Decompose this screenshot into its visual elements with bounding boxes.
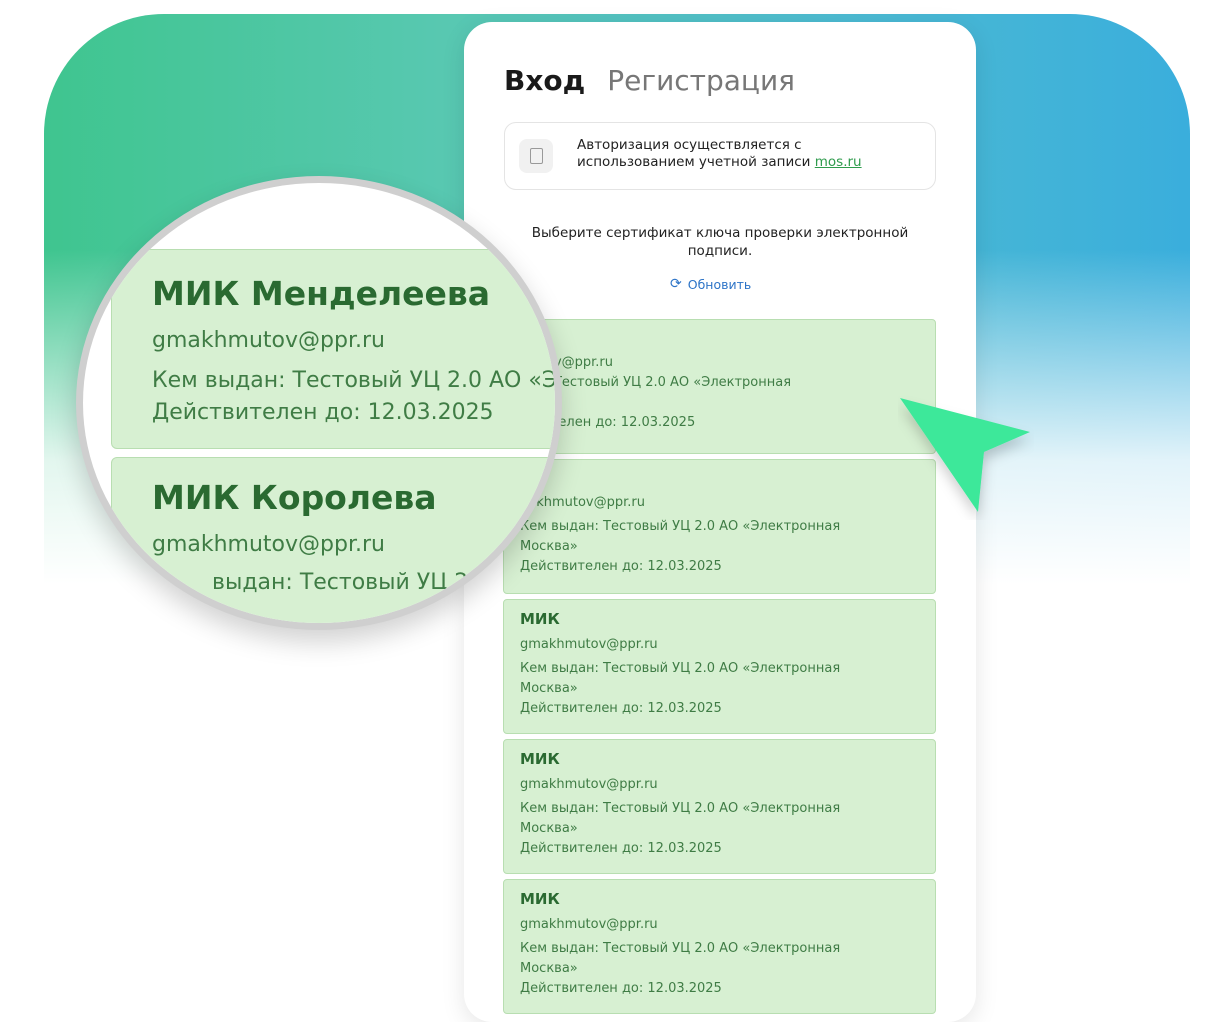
magnified-email: gmakhmutov@ppr.ru <box>152 532 385 557</box>
certificate-issuer: Кем выдан: Тестовый УЦ 2.0 АО «Электронн… <box>520 519 841 534</box>
mos-ru-link[interactable]: mos.ru <box>815 154 862 170</box>
magnified-issuer: Кем выдан: Тестовый УЦ 2.0 АО «Эле <box>152 368 562 393</box>
certificate-valid: ствителен до: 12.03.2025 <box>520 415 696 430</box>
tab-register[interactable]: Регистрация <box>607 64 795 97</box>
auth-notice-text: Авторизация осуществляется с использован… <box>577 137 917 171</box>
certificate-email: gmakhmutov@ppr.ru <box>520 917 658 932</box>
certificate-issuer-cont: Москва» <box>520 538 920 555</box>
auth-notice-message: Авторизация осуществляется с использован… <box>577 137 811 170</box>
phone-icon <box>519 139 553 173</box>
refresh-label: Обновить <box>687 276 752 292</box>
certificate-valid: Действителен до: 12.03.2025 <box>520 701 722 716</box>
magnifier-lens: МИК Менделеева gmakhmutov@ppr.ru Кем выд… <box>76 176 562 630</box>
certificate-issuer-cont: Москва» <box>520 821 578 836</box>
magnified-certificate: МИК Королева gmakhmutov@ppr.ru выдан: Те… <box>111 457 555 623</box>
certificate-title: МИК <box>520 890 560 908</box>
choose-certificate-text: Выберите сертификат ключа проверки элект… <box>531 225 909 259</box>
certificate-title: МИК <box>520 750 560 768</box>
certificate-item[interactable]: nakhmutov@ppr.ru Кем выдан: Тестовый УЦ … <box>503 459 936 594</box>
certificate-issuer: Кем выдан: Тестовый УЦ 2.0 АО «Электронн… <box>520 661 841 676</box>
certificate-issuer: Кем выдан: Тестовый УЦ 2.0 АО «Электронн… <box>520 801 841 816</box>
certificate-item[interactable]: mutov@ppr.ru дан: Тестовый УЦ 2.0 АО «Эл… <box>503 319 936 454</box>
certificate-item[interactable]: МИК gmakhmutov@ppr.ru Кем выдан: Тестовы… <box>503 739 936 874</box>
tab-login[interactable]: Вход <box>504 64 585 97</box>
certificate-valid: Действителен до: 12.03.2025 <box>520 841 722 856</box>
auth-notice: Авторизация осуществляется с использован… <box>504 122 936 190</box>
certificate-valid: Действителен до: 12.03.2025 <box>520 981 722 996</box>
certificate-issuer-cont: ва» <box>520 394 920 411</box>
magnified-email: gmakhmutov@ppr.ru <box>152 328 385 353</box>
certificate-valid: Действителен до: 12.03.2025 <box>520 559 722 574</box>
pointer-cursor-icon <box>900 398 1030 512</box>
certificate-email: gmakhmutov@ppr.ru <box>520 777 658 792</box>
certificate-issuer-cont: Москва» <box>520 681 578 696</box>
magnified-title: МИК Менделеева <box>152 274 491 313</box>
certificate-email: mutov@ppr.ru <box>520 355 614 370</box>
certificate-email: nakhmutov@ppr.ru <box>520 495 645 510</box>
certificate-issuer-cont: Москва» <box>520 961 578 976</box>
magnified-title: МИК Королева <box>152 478 437 517</box>
certificate-item[interactable]: МИК gmakhmutov@ppr.ru Кем выдан: Тестовы… <box>503 599 936 734</box>
auth-tabs: Вход Регистрация <box>504 64 795 97</box>
refresh-button[interactable]: ⟳ Обновить <box>670 276 751 292</box>
magnified-valid: Действителен до: 12.03.2025 <box>152 400 494 425</box>
certificate-issuer: дан: Тестовый УЦ 2.0 АО «Электронная <box>520 375 792 390</box>
magnified-certificate: МИК Менделеева gmakhmutov@ppr.ru Кем выд… <box>111 249 562 449</box>
certificate-item[interactable]: МИК gmakhmutov@ppr.ru Кем выдан: Тестовы… <box>503 879 936 1014</box>
magnified-issuer: выдан: Тестовый УЦ 2.0 <box>212 570 490 595</box>
certificate-email: gmakhmutov@ppr.ru <box>520 637 658 652</box>
certificate-issuer: Кем выдан: Тестовый УЦ 2.0 АО «Электронн… <box>520 941 841 956</box>
refresh-icon: ⟳ <box>670 276 682 292</box>
